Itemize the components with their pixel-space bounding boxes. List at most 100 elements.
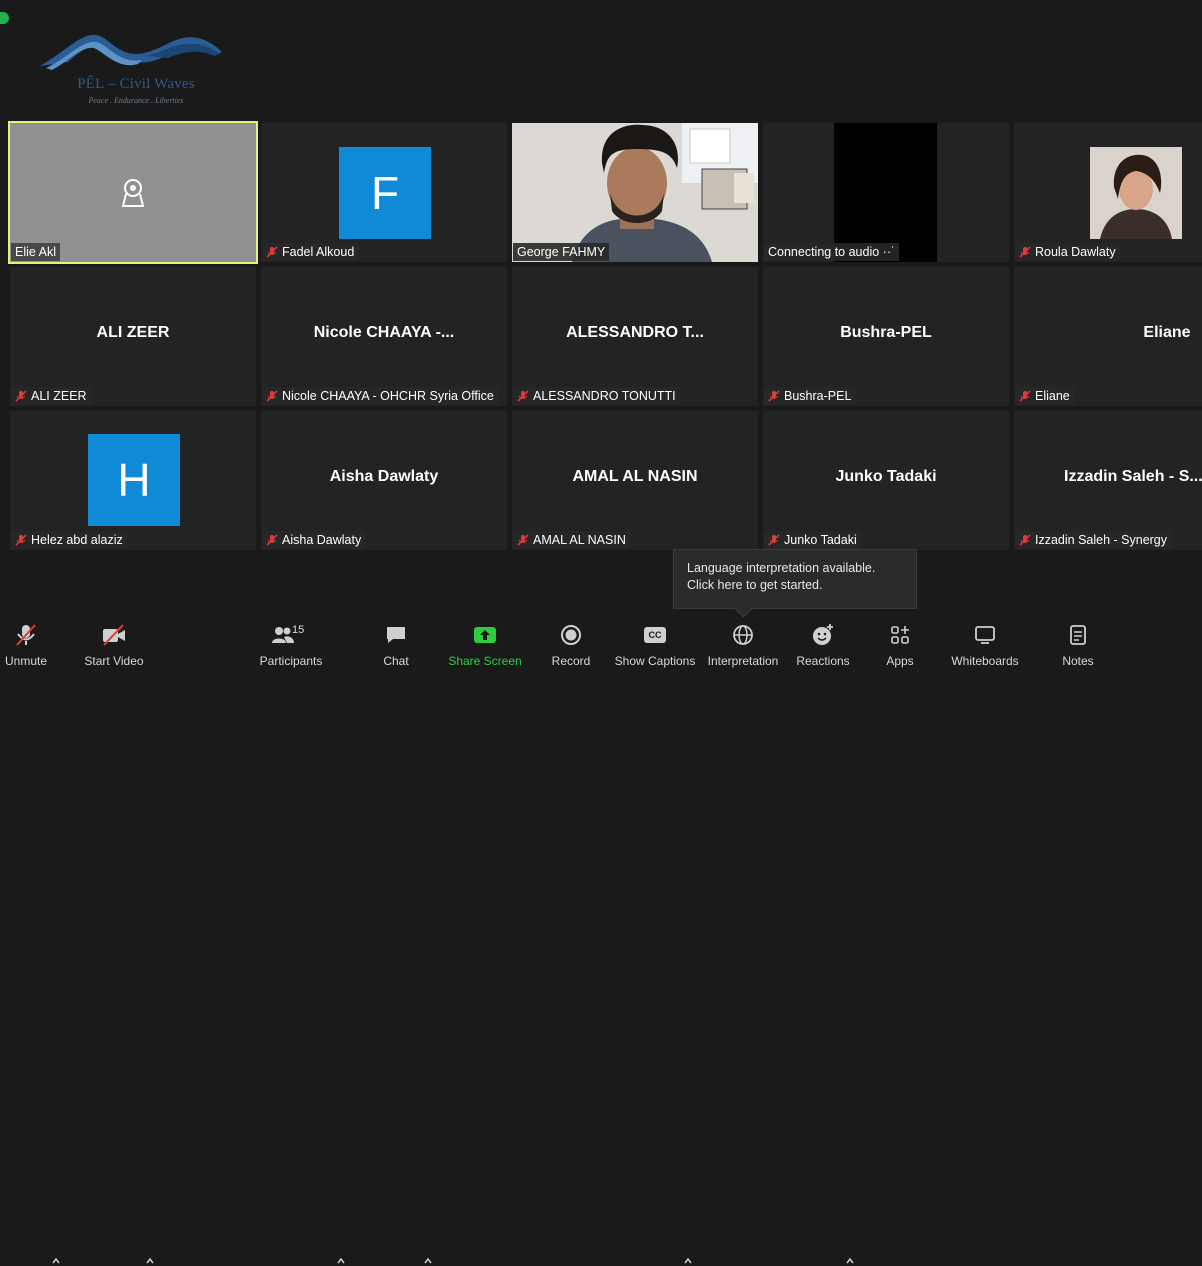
unmute-label: Unmute (4, 654, 48, 668)
apps-button[interactable]: Apps (884, 620, 916, 675)
participant-tile-fadel-alkoud[interactable]: F Fadel Alkoud (261, 123, 507, 262)
participant-name: Nicole CHAAYA - OHCHR Syria Office (282, 389, 494, 403)
tooltip-line-2: Click here to get started. (687, 578, 823, 592)
record-label: Record (551, 654, 591, 668)
participant-name-label: Nicole CHAAYA - OHCHR Syria Office (262, 387, 498, 405)
participants-count: 15 (292, 624, 305, 636)
participant-name: Connecting to audio ··˙ (768, 245, 896, 259)
participants-label: Participants (259, 654, 323, 668)
audio-options-caret-icon[interactable] (51, 1256, 61, 1266)
record-button[interactable]: Record (549, 620, 593, 675)
muted-mic-icon (517, 390, 529, 402)
show-captions-label: Show Captions (614, 654, 696, 668)
apps-icon (891, 626, 909, 644)
whiteboard-icon (975, 626, 995, 644)
pel-civil-waves-logo: PÊL – Civil Waves Peace . Endurance . Li… (38, 30, 228, 110)
participant-tile-connecting[interactable]: Connecting to audio ··˙ (763, 123, 1009, 262)
participant-display-name: Eliane (1143, 324, 1191, 341)
apps-label: Apps (886, 654, 914, 668)
participant-name-label: ALI ZEER (11, 387, 91, 405)
whiteboards-label: Whiteboards (951, 654, 1019, 668)
participant-tile-junko-tadaki[interactable]: Junko Tadaki Junko Tadaki (763, 411, 1009, 550)
participant-tile-aisha-dawlaty[interactable]: Aisha Dawlaty Aisha Dawlaty (261, 411, 507, 550)
participant-tile-eliane[interactable]: Eliane Eliane (1014, 267, 1202, 406)
participants-button[interactable]: 15 Participants (259, 620, 323, 675)
muted-mic-icon (266, 390, 278, 402)
video-feed-black (834, 123, 937, 262)
participant-display-name: AMAL AL NASIN (572, 468, 698, 485)
muted-mic-icon (1019, 390, 1031, 402)
chat-label: Chat (383, 654, 409, 668)
participant-tile-izzadin-saleh[interactable]: Izzadin Saleh - S... Izzadin Saleh - Syn… (1014, 411, 1202, 550)
participant-tile-elie-akl[interactable]: Elie Akl (8, 121, 258, 264)
participant-video-feed (512, 123, 758, 262)
notes-label: Notes (1062, 654, 1094, 668)
participant-name-label: AMAL AL NASIN (513, 531, 630, 549)
share-screen-button[interactable]: Share Screen (448, 620, 522, 675)
muted-mic-icon (517, 534, 529, 546)
show-captions-button[interactable]: CC Show Captions (614, 620, 696, 675)
muted-mic-icon (768, 390, 780, 402)
participant-name: Bushra-PEL (784, 389, 852, 403)
avatar: F (339, 147, 431, 239)
chat-options-caret-icon[interactable] (423, 1256, 433, 1266)
muted-mic-icon (266, 246, 278, 258)
participant-tile-helez-abd-alaziz[interactable]: H Helez abd alaziz (10, 411, 256, 550)
globe-icon (733, 625, 753, 645)
participant-tile-ali-zeer[interactable]: ALI ZEER ALI ZEER (10, 267, 256, 406)
participant-name-label: Fadel Alkoud (262, 243, 359, 261)
participant-tile-bushra-pel[interactable]: Bushra-PEL Bushra-PEL (763, 267, 1009, 406)
participant-tile-alessandro-tonutti[interactable]: ALESSANDRO T... ALESSANDRO TONUTTI (512, 267, 758, 406)
muted-mic-icon (15, 534, 27, 546)
participant-name: Junko Tadaki (784, 533, 857, 547)
participant-name: ALI ZEER (31, 389, 87, 403)
captions-options-caret-icon[interactable] (683, 1256, 693, 1266)
participants-options-caret-icon[interactable] (336, 1256, 346, 1266)
participant-name-label: Helez abd alaziz (11, 531, 127, 549)
participant-name: AMAL AL NASIN (533, 533, 626, 547)
camera-placeholder-icon (121, 178, 145, 207)
participant-tile-roula-dawlaty[interactable]: Roula Dawlaty (1014, 123, 1202, 262)
participant-display-name: Aisha Dawlaty (329, 468, 439, 485)
chat-button[interactable]: Chat (378, 620, 414, 675)
participant-tile-amal-al-nasin[interactable]: AMAL AL NASIN AMAL AL NASIN (512, 411, 758, 550)
start-video-button[interactable]: Start Video (84, 620, 144, 675)
participant-name: Roula Dawlaty (1035, 245, 1116, 259)
wave-logo-icon (40, 34, 222, 70)
whiteboards-button[interactable]: Whiteboards (950, 620, 1020, 675)
participant-display-name: ALI ZEER (96, 324, 170, 341)
logo-tagline: Peace . Endurance . Liberties (88, 96, 184, 105)
participant-gallery: Elie Akl F Fadel Alkoud George FAHMY Con… (8, 121, 1202, 551)
unmute-button[interactable]: Unmute (3, 620, 49, 675)
participant-name: Fadel Alkoud (282, 245, 355, 259)
tooltip-line-1: Language interpretation available. (687, 561, 876, 575)
participant-name-label: George FAHMY (513, 243, 610, 261)
security-shield-icon[interactable] (0, 12, 9, 24)
participant-tile-george-fahmy[interactable]: George FAHMY (512, 123, 758, 262)
participant-name-label: Elie Akl (11, 243, 60, 261)
reactions-options-caret-icon[interactable] (845, 1256, 855, 1266)
muted-mic-icon (15, 390, 27, 402)
muted-mic-icon (1019, 246, 1031, 258)
video-options-caret-icon[interactable] (145, 1256, 155, 1266)
share-screen-icon (474, 627, 496, 643)
notes-icon (1070, 625, 1086, 645)
video-off-icon (103, 624, 125, 646)
start-video-label: Start Video (84, 654, 144, 668)
reactions-button[interactable]: Reactions (796, 620, 850, 675)
participant-display-name: Izzadin Saleh - S... (1064, 468, 1202, 485)
record-icon (561, 625, 581, 645)
participant-display-name: Nicole CHAAYA -... (313, 324, 455, 341)
reactions-smiley-icon (813, 624, 833, 645)
muted-mic-icon (266, 534, 278, 546)
notes-button[interactable]: Notes (1060, 620, 1096, 675)
participant-name-label: Eliane (1015, 387, 1074, 405)
chat-icon (387, 627, 405, 643)
participant-name-label: Izzadin Saleh - Synergy (1015, 531, 1172, 549)
interpretation-tooltip[interactable]: Language interpretation available. Click… (673, 549, 917, 609)
participant-name-label: Bushra-PEL (764, 387, 856, 405)
interpretation-button[interactable]: Interpretation (706, 620, 780, 675)
participant-tile-nicole-chaaya[interactable]: Nicole CHAAYA -... Nicole CHAAYA - OHCHR… (261, 267, 507, 406)
meeting-toolbar: Unmute Start Video 15 Participants Chat … (0, 620, 1202, 1264)
logo-title: PÊL – Civil Waves (77, 76, 195, 92)
